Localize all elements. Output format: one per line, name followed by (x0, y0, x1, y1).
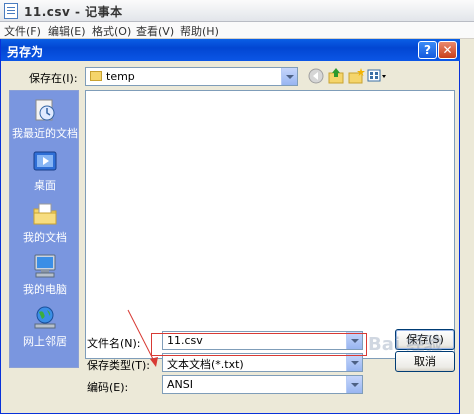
watermark: Bai 经验 (368, 334, 443, 355)
